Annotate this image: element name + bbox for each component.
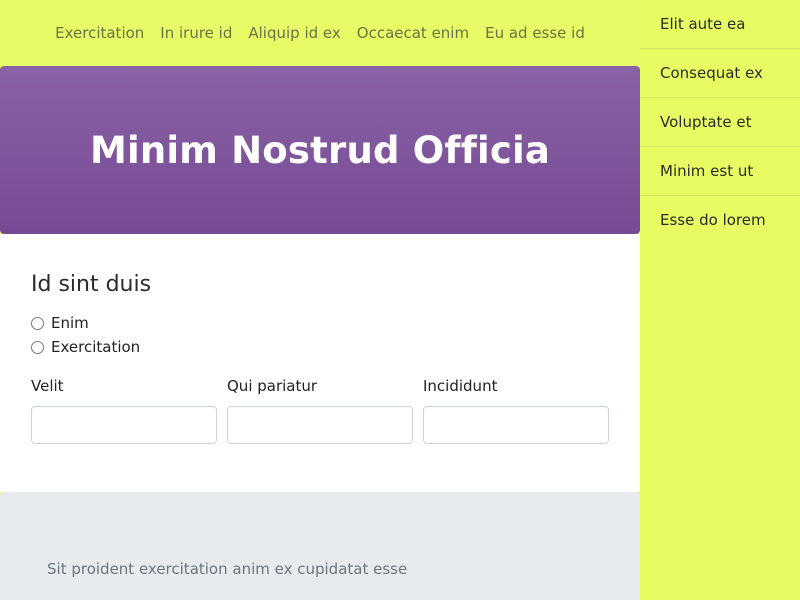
nav-link-exercitation[interactable]: Exercitation bbox=[47, 0, 152, 66]
sidebar-item-consequat-ex[interactable]: Consequat ex bbox=[640, 49, 800, 98]
field-label-qui-pariatur: Qui pariatur bbox=[227, 377, 318, 395]
top-navigation: Exercitation In irure id Aliquip id ex O… bbox=[0, 0, 640, 66]
qui-pariatur-input[interactable] bbox=[227, 406, 413, 444]
field-label-velit: Velit bbox=[31, 377, 64, 395]
hero-banner: Minim Nostrud Officia bbox=[0, 66, 640, 234]
hero-title: Minim Nostrud Officia bbox=[89, 128, 551, 172]
radio-label: Exercitation bbox=[51, 338, 141, 356]
sidebar-item-elit-aute-ea[interactable]: Elit aute ea bbox=[640, 0, 800, 49]
nav-link-in-irure-id[interactable]: In irure id bbox=[152, 0, 240, 66]
footer-text: Sit proident exercitation anim ex cupida… bbox=[47, 560, 408, 578]
form-section: Id sint duis Enim Exercitation Velit Qui… bbox=[0, 234, 640, 492]
form-heading: Id sint duis bbox=[31, 272, 152, 297]
nav-link-aliquip-id-ex[interactable]: Aliquip id ex bbox=[240, 0, 348, 66]
field-label-incididunt: Incididunt bbox=[423, 377, 498, 395]
radio-option-exercitation[interactable]: Exercitation bbox=[31, 338, 140, 356]
radio-option-enim[interactable]: Enim bbox=[31, 314, 89, 332]
nav-link-eu-ad-esse-id[interactable]: Eu ad esse id bbox=[477, 0, 593, 66]
sidebar-item-esse-do-lorem[interactable]: Esse do lorem bbox=[640, 196, 800, 245]
nav-link-occaecat-enim[interactable]: Occaecat enim bbox=[349, 0, 477, 66]
radio-button[interactable] bbox=[31, 340, 44, 354]
footer: Sit proident exercitation anim ex cupida… bbox=[0, 492, 640, 600]
sidebar: Elit aute ea Consequat ex Voluptate et M… bbox=[640, 0, 800, 600]
radio-button[interactable] bbox=[31, 316, 44, 330]
incididunt-input[interactable] bbox=[423, 406, 609, 444]
main-content: Exercitation In irure id Aliquip id ex O… bbox=[0, 0, 640, 600]
velit-input[interactable] bbox=[31, 406, 217, 444]
sidebar-item-voluptate-et[interactable]: Voluptate et bbox=[640, 98, 800, 147]
radio-label: Enim bbox=[51, 314, 89, 332]
sidebar-item-minim-est-ut[interactable]: Minim est ut bbox=[640, 147, 800, 196]
